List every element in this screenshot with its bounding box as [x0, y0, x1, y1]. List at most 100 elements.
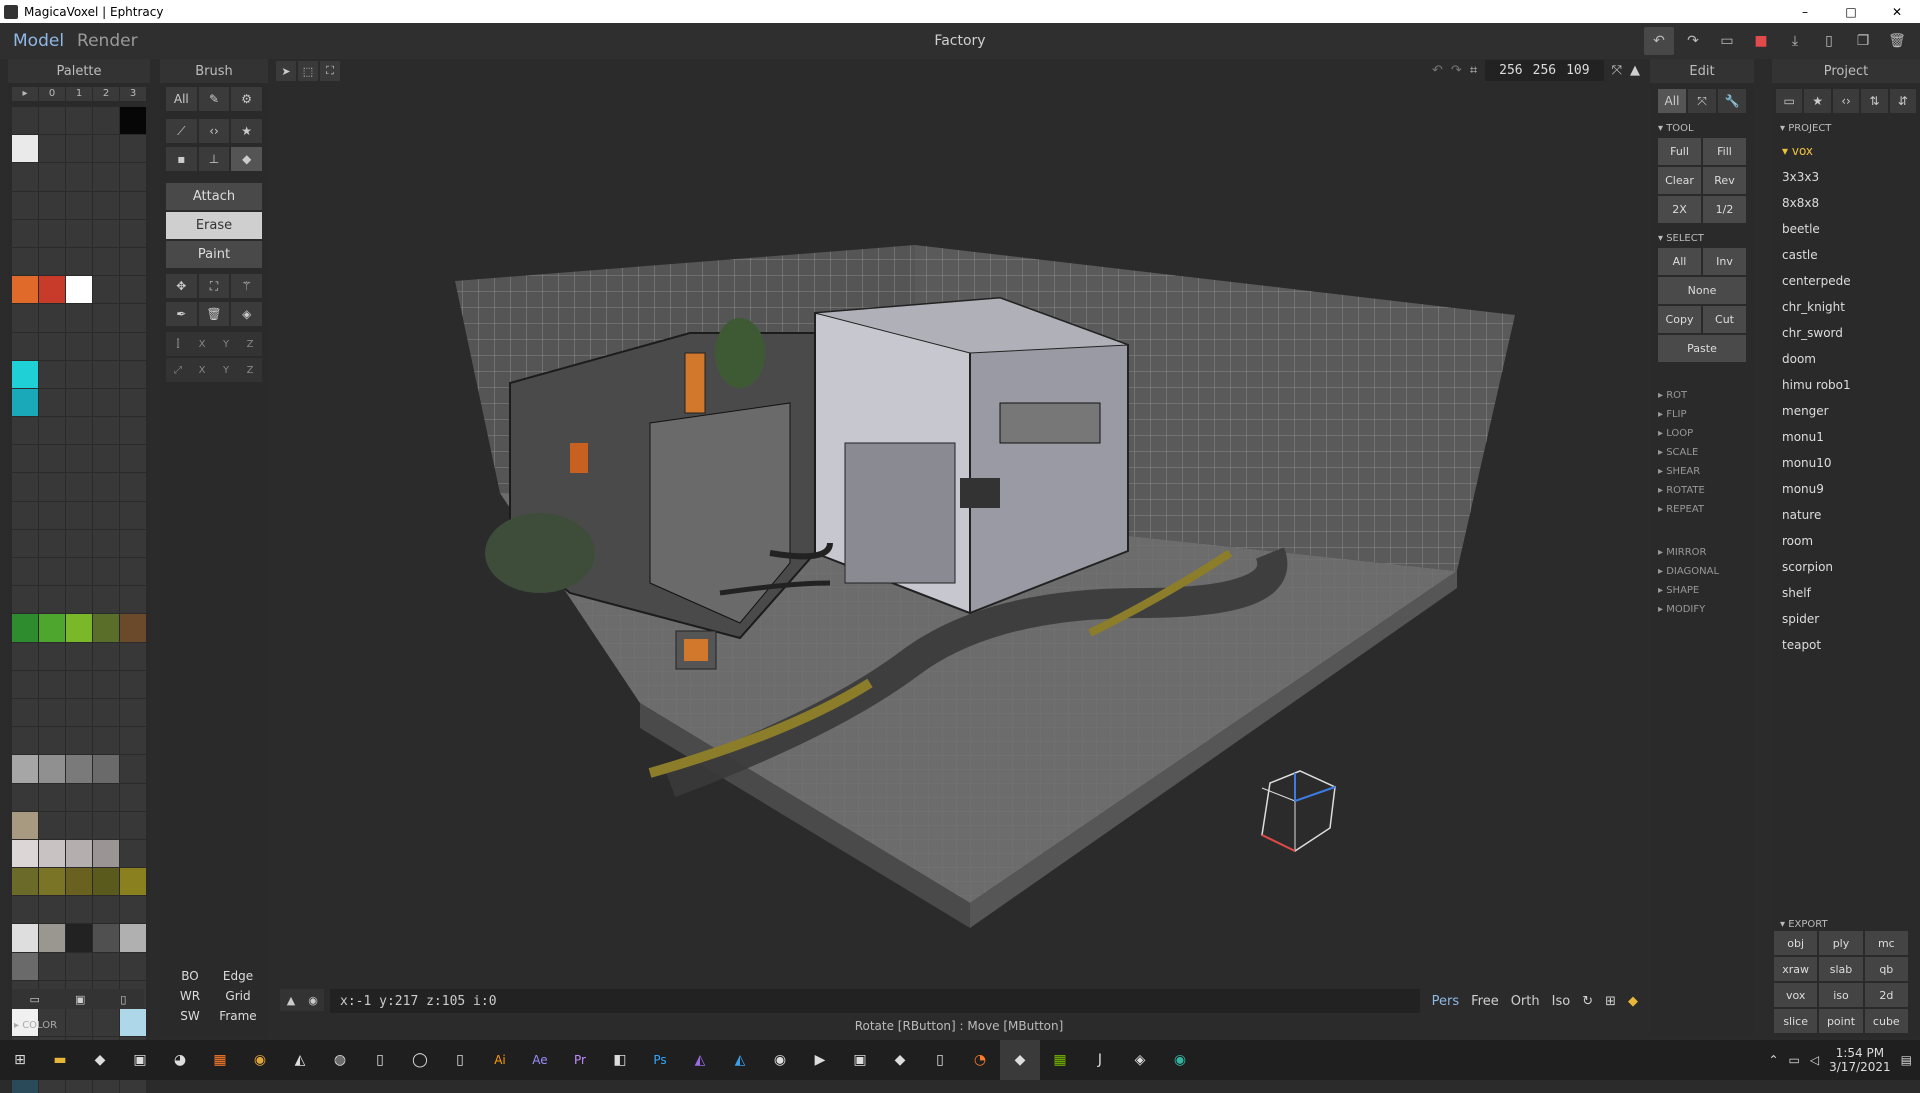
- palette-tab-0[interactable]: 0: [39, 87, 65, 101]
- tool-section-header[interactable]: ▾ TOOL: [1658, 123, 1754, 134]
- palette-swatch[interactable]: [120, 896, 146, 924]
- palette-swatch[interactable]: [120, 107, 146, 135]
- orientation-cube[interactable]: [1261, 770, 1336, 852]
- palette-save-icon[interactable]: ▣: [75, 993, 85, 1006]
- palette-swatch[interactable]: [39, 896, 65, 924]
- model-mode-tab[interactable]: Model: [13, 31, 64, 51]
- palette-swatch[interactable]: [12, 135, 38, 163]
- palette-swatch[interactable]: [12, 868, 38, 896]
- palette-swatch[interactable]: [12, 529, 38, 557]
- palette-swatch[interactable]: [93, 191, 119, 219]
- palette-swatch[interactable]: [12, 614, 38, 642]
- discord-icon[interactable]: ◕: [160, 1040, 200, 1080]
- project-file-item[interactable]: menger: [1772, 398, 1920, 424]
- palette-tab-3[interactable]: 3: [120, 87, 146, 101]
- after-effects-icon[interactable]: Ae: [520, 1040, 560, 1080]
- palette-swatch[interactable]: [39, 304, 65, 332]
- select-box-icon[interactable]: ⛶: [198, 274, 230, 298]
- palette-swatch[interactable]: [66, 529, 92, 557]
- palette-swatch[interactable]: [39, 952, 65, 980]
- palette-swatch[interactable]: [120, 332, 146, 360]
- palette-swatch[interactable]: [39, 276, 65, 304]
- palette-swatch[interactable]: [66, 839, 92, 868]
- palette-swatch[interactable]: [66, 332, 92, 360]
- media-player-icon[interactable]: ▶: [800, 1040, 840, 1080]
- tray-chevron-icon[interactable]: ⌃: [1768, 1053, 1778, 1067]
- project-file-item[interactable]: spider: [1772, 606, 1920, 632]
- steam-icon[interactable]: ◍: [320, 1040, 360, 1080]
- palette-swatch[interactable]: [12, 332, 38, 360]
- palette-swatch[interactable]: [120, 247, 146, 276]
- illustrator-icon[interactable]: Ai: [480, 1040, 520, 1080]
- palette-swatch[interactable]: [93, 135, 119, 163]
- copy-file-icon[interactable]: ❐: [1848, 27, 1878, 55]
- palette-swatch[interactable]: [39, 163, 65, 191]
- palette-swatch[interactable]: [66, 698, 92, 727]
- fit-view-icon[interactable]: ⤧: [1612, 63, 1622, 78]
- palette-swatch[interactable]: [39, 755, 65, 783]
- collapse-icon[interactable]: ▲: [1630, 63, 1640, 78]
- palette-swatch[interactable]: [12, 276, 38, 304]
- palette-swatch[interactable]: [39, 783, 65, 811]
- fill-bucket-icon[interactable]: ◈: [231, 302, 263, 326]
- palette-swatch[interactable]: [66, 727, 92, 755]
- app-icon-diamond[interactable]: ◆: [880, 1040, 920, 1080]
- save-icon[interactable]: ■: [1746, 27, 1776, 55]
- vp-redo-icon[interactable]: ↷: [1451, 63, 1462, 78]
- palette-swatch[interactable]: [93, 727, 119, 755]
- app-icon-blue[interactable]: ◆: [80, 1040, 120, 1080]
- mirror-y-toggle[interactable]: Y: [214, 332, 238, 356]
- palette-swatch[interactable]: [93, 276, 119, 304]
- palette-swatch[interactable]: [39, 529, 65, 557]
- face-brush-icon[interactable]: ⊥: [198, 147, 230, 171]
- erase-mode-button[interactable]: Erase: [166, 212, 262, 239]
- palette-new-icon[interactable]: ▯: [120, 993, 126, 1006]
- pen-icon[interactable]: ✎: [198, 87, 230, 111]
- palette-open-icon[interactable]: ▭: [30, 993, 40, 1006]
- palette-swatch[interactable]: [39, 332, 65, 360]
- repeat-section[interactable]: ▸ REPEAT: [1658, 504, 1754, 515]
- twitch-icon[interactable]: ▣: [840, 1040, 880, 1080]
- palette-swatch[interactable]: [93, 642, 119, 670]
- rev-button[interactable]: Rev: [1703, 167, 1746, 194]
- axis-y-toggle[interactable]: Y: [214, 358, 238, 382]
- palette-swatch[interactable]: [66, 586, 92, 614]
- open-folder-icon[interactable]: ▭: [1712, 27, 1742, 55]
- nvidia-icon[interactable]: ▦: [1040, 1040, 1080, 1080]
- palette-swatch[interactable]: [120, 445, 146, 473]
- document-icon[interactable]: ▯: [920, 1040, 960, 1080]
- project-file-item[interactable]: 3x3x3: [1772, 164, 1920, 190]
- 3d-viewport[interactable]: ➤ ⬚ ⛶ ↶ ↷ ⌗ 256 256 109 ⤧ ▲ ▲ ◉ x:-1 y:2…: [270, 59, 1648, 1037]
- all-select-icon[interactable]: ⛶: [320, 61, 340, 81]
- palette-swatch[interactable]: [12, 811, 38, 839]
- palette-swatch[interactable]: [120, 670, 146, 698]
- move-icon[interactable]: ✥: [166, 274, 197, 298]
- app-icon-ship[interactable]: ◭: [280, 1040, 320, 1080]
- crop-icon[interactable]: ⌗: [1470, 63, 1477, 78]
- palette-swatch[interactable]: [66, 642, 92, 670]
- palette-swatch[interactable]: [12, 558, 38, 586]
- palette-swatch[interactable]: [39, 473, 65, 501]
- palette-swatch[interactable]: [12, 755, 38, 783]
- palette-swatch[interactable]: [93, 670, 119, 698]
- palette-swatch[interactable]: [12, 473, 38, 501]
- palette-swatch[interactable]: [120, 501, 146, 529]
- select-invert-button[interactable]: Inv: [1703, 248, 1746, 275]
- palette-swatch[interactable]: [120, 135, 146, 163]
- premiere-icon[interactable]: Pr: [560, 1040, 600, 1080]
- new-file-icon[interactable]: ▯: [1814, 27, 1844, 55]
- app-icon-j[interactable]: J: [1080, 1040, 1120, 1080]
- palette-swatch[interactable]: [120, 388, 146, 417]
- palette-swatch[interactable]: [120, 360, 146, 388]
- palette-swatch[interactable]: [93, 107, 119, 135]
- mirror-section[interactable]: ▸ MIRROR: [1658, 547, 1754, 558]
- palette-swatch[interactable]: [12, 388, 38, 417]
- palette-swatch[interactable]: [93, 783, 119, 811]
- volume-icon[interactable]: ◁: [1810, 1053, 1819, 1067]
- palette-swatch[interactable]: [12, 670, 38, 698]
- fill-button[interactable]: Fill: [1703, 138, 1746, 165]
- palette-swatch[interactable]: [39, 219, 65, 247]
- full-button[interactable]: Full: [1658, 138, 1701, 165]
- palette-tab-2[interactable]: 2: [93, 87, 119, 101]
- palette-swatch[interactable]: [12, 839, 38, 868]
